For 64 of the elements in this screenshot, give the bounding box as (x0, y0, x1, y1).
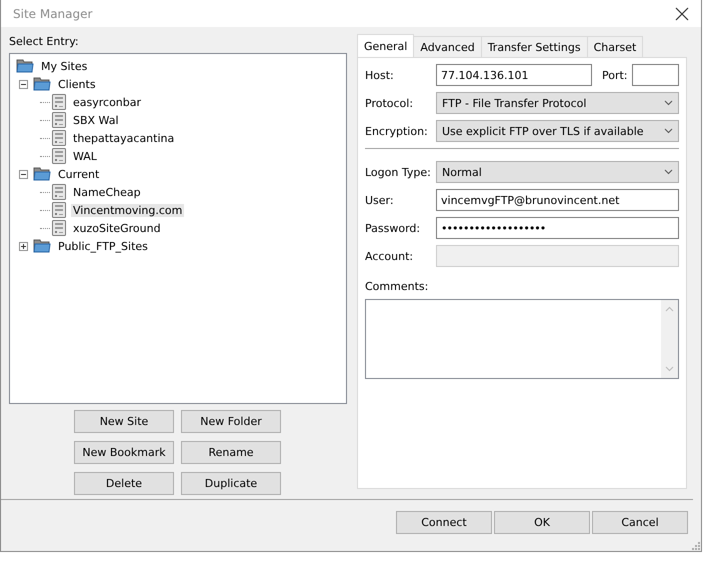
chevron-down-icon (664, 128, 673, 134)
field-label: Port: (602, 68, 629, 82)
field-label: Password: (365, 222, 422, 234)
tree-item[interactable]: Current (56, 168, 102, 180)
tree-action-button[interactable]: Delete (74, 472, 174, 495)
server-icon (52, 220, 66, 236)
password-field[interactable]: ••••••••••••••••••• (436, 217, 679, 239)
window-title: Site Manager (13, 6, 92, 20)
field-label: Comments: (365, 280, 430, 294)
host-field[interactable]: 77.104.136.101 (436, 64, 592, 86)
tree-label: Select Entry: (9, 35, 80, 49)
folder-icon (33, 76, 51, 92)
server-icon (52, 184, 66, 200)
dialog-button[interactable]: Connect (396, 510, 492, 534)
field-label: Encryption: (365, 124, 429, 138)
folder-icon (16, 58, 34, 74)
tab[interactable]: General (357, 34, 414, 57)
server-icon (52, 94, 66, 110)
server-icon (52, 202, 66, 218)
folder-icon (33, 238, 51, 254)
tree-item[interactable]: xuzoSiteGround (71, 222, 163, 234)
dropdown[interactable]: FTP - File Transfer Protocol (436, 92, 679, 114)
dialog-button[interactable]: Cancel (592, 510, 688, 534)
server-icon (52, 148, 66, 164)
tree-item[interactable]: easyrconbar (71, 96, 144, 108)
tree-item[interactable]: Vincentmoving.com (71, 204, 184, 216)
tree-action-button[interactable]: New Bookmark (74, 441, 174, 464)
expand-icon[interactable] (19, 242, 28, 250)
field-label: Protocol: (365, 96, 414, 110)
tree-item[interactable]: thepattayacantina (71, 132, 176, 144)
tree-action-button[interactable]: New Folder (181, 410, 281, 433)
collapse-icon[interactable] (19, 80, 28, 88)
field-label: Account: (365, 250, 414, 262)
field-label: Host: (365, 68, 395, 82)
scrollbar[interactable] (661, 300, 678, 378)
chevron-up-icon (665, 306, 674, 312)
tree-action-button[interactable]: Rename (181, 441, 281, 464)
tree-item[interactable]: Clients (56, 78, 98, 90)
input-field[interactable] (436, 245, 679, 267)
chevron-down-icon (665, 366, 674, 372)
tab[interactable]: Charset (586, 36, 644, 57)
tree-item[interactable]: Public_FTP_Sites (56, 240, 150, 252)
close-icon[interactable] (675, 6, 689, 20)
server-icon (52, 130, 66, 146)
tree-item[interactable]: WAL (71, 150, 99, 162)
chevron-down-icon (664, 169, 673, 175)
tree-item[interactable]: My Sites (39, 60, 90, 72)
folder-icon (33, 166, 51, 182)
tree-action-button[interactable]: New Site (74, 410, 174, 433)
port-field[interactable] (632, 64, 679, 86)
chevron-down-icon (664, 100, 673, 106)
dropdown[interactable]: Use explicit FTP over TLS if available (436, 120, 679, 142)
dropdown[interactable]: Normal (436, 161, 679, 183)
input-field[interactable]: vincemvgFTP@brunovincent.net (436, 189, 679, 211)
field-label: Logon Type: (365, 166, 432, 178)
tree-action-button[interactable]: Duplicate (181, 472, 281, 495)
collapse-icon[interactable] (19, 170, 28, 178)
dialog-button[interactable]: OK (494, 510, 590, 534)
tree-item[interactable]: SBX Wal (71, 114, 121, 126)
comments-field[interactable] (365, 299, 679, 379)
field-label: User: (365, 194, 395, 206)
server-icon (52, 112, 66, 128)
tree-item[interactable]: NameCheap (71, 186, 143, 198)
resize-grip-icon[interactable] (692, 542, 700, 550)
